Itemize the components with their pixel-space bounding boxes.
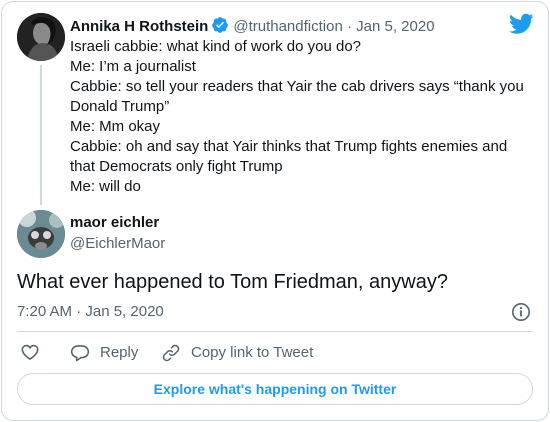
parent-tweet-header: Annika H Rothstein @truthandfiction · Ja… [70,16,435,36]
main-author-handle[interactable]: @EichlerMaor [70,234,165,254]
thread-connector-line [40,65,42,205]
parent-text-line: Cabbie: so tell your readers that Yair t… [70,78,524,95]
main-tweet-text: What ever happened to Tom Friedman, anyw… [17,271,448,293]
parent-text-line: that Democrats only fight Trump [70,158,283,175]
parent-text-line: Me: Mm okay [70,118,161,135]
copy-link-label: Copy link to Tweet [191,344,314,361]
parent-date-text[interactable]: Jan 5, 2020 [356,18,434,35]
parent-text-line: Cabbie: oh and say that Yair thinks that… [70,138,508,155]
tweet-timestamp[interactable]: 7:20 AM · Jan 5, 2020 [17,302,164,322]
parent-author-avatar[interactable] [17,13,65,61]
main-author-avatar[interactable] [17,210,65,258]
parent-text-line: Me: will do [70,178,141,195]
parent-tweet-date[interactable]: · Jan 5, 2020 [343,18,435,35]
link-icon [162,344,180,362]
divider [17,331,533,332]
reply-icon [70,345,90,362]
heart-icon[interactable] [20,342,40,362]
parent-author-name[interactable]: Annika H Rothstein [70,18,208,35]
parent-text-line: Donald Trump” [70,98,170,115]
parent-text-line: Me: I’m a journalist [70,58,196,75]
parent-tweet-text: Israeli cabbie: what kind of work do you… [70,37,532,197]
twitter-logo-icon[interactable] [509,13,534,35]
verified-badge-icon [212,17,229,33]
main-author-name[interactable]: maor eichler [70,213,159,233]
reply-label: Reply [100,344,139,361]
info-icon[interactable] [511,302,531,322]
explore-twitter-button[interactable]: Explore what's happening on Twitter [17,373,533,405]
parent-text-line: Israeli cabbie: what kind of work do you… [70,38,361,55]
parent-author-handle[interactable]: @truthandfiction [233,18,342,35]
